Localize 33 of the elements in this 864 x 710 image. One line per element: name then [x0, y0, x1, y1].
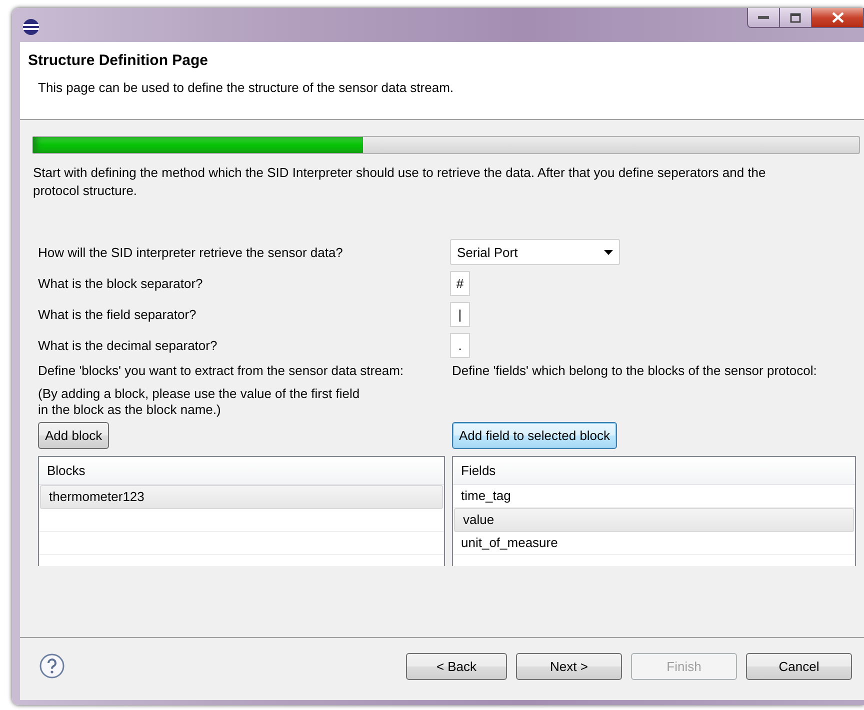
note-text: (By adding a block, please use the value of the first field [38, 386, 361, 402]
add-field-button[interactable]: Add field to selected block [452, 422, 618, 449]
page-description: This page can be used to define the structure of the sensor data stream. [38, 80, 455, 95]
cancel-button[interactable]: Cancel [746, 652, 852, 680]
question-label: How will the SID interpreter retrieve the sensor data? [38, 244, 344, 260]
next-button[interactable]: Next > [516, 652, 622, 680]
page-title: Structure Definition Page [28, 52, 210, 69]
separator-field[interactable]: # [450, 271, 470, 296]
table-row[interactable]: thermometer123 [40, 485, 443, 509]
method-dropdown[interactable]: Serial Port [450, 239, 620, 265]
close-button[interactable] [812, 8, 864, 28]
back-button[interactable]: < Back [406, 652, 507, 680]
table-row[interactable]: value [454, 508, 854, 532]
add-block-button[interactable]: Add block [38, 422, 110, 449]
close-icon [832, 12, 844, 23]
help-icon[interactable] [39, 653, 65, 679]
instructions-text: Start with defining the method which the SID Interpreter should use to retrieve the data. After that you define seperators and the protocol structure. [32, 164, 767, 200]
separator-field[interactable]: . [450, 333, 470, 358]
question-label: What is the decimal separator? [38, 338, 218, 353]
app-icon [22, 18, 40, 36]
question-label: What is the field separator? [38, 307, 198, 322]
dropdown-value: Serial Port [457, 244, 518, 260]
note-text: in the block as the block name.) [38, 402, 222, 418]
minimize-icon [758, 16, 769, 20]
caret-icon [604, 250, 613, 254]
maximize-button[interactable] [780, 8, 812, 28]
table-row[interactable]: unit_of_measure [453, 532, 855, 555]
maximize-icon [790, 12, 801, 22]
section-prompt: Define 'blocks' you want to extract from the sensor data stream: [38, 363, 405, 378]
section-prompt: Define 'fields' which belong to the blocks of the sensor protocol: [452, 363, 818, 378]
minimize-button[interactable] [747, 8, 780, 28]
separator-field[interactable]: | [450, 302, 470, 327]
question-label: What is the block separator? [38, 276, 204, 291]
